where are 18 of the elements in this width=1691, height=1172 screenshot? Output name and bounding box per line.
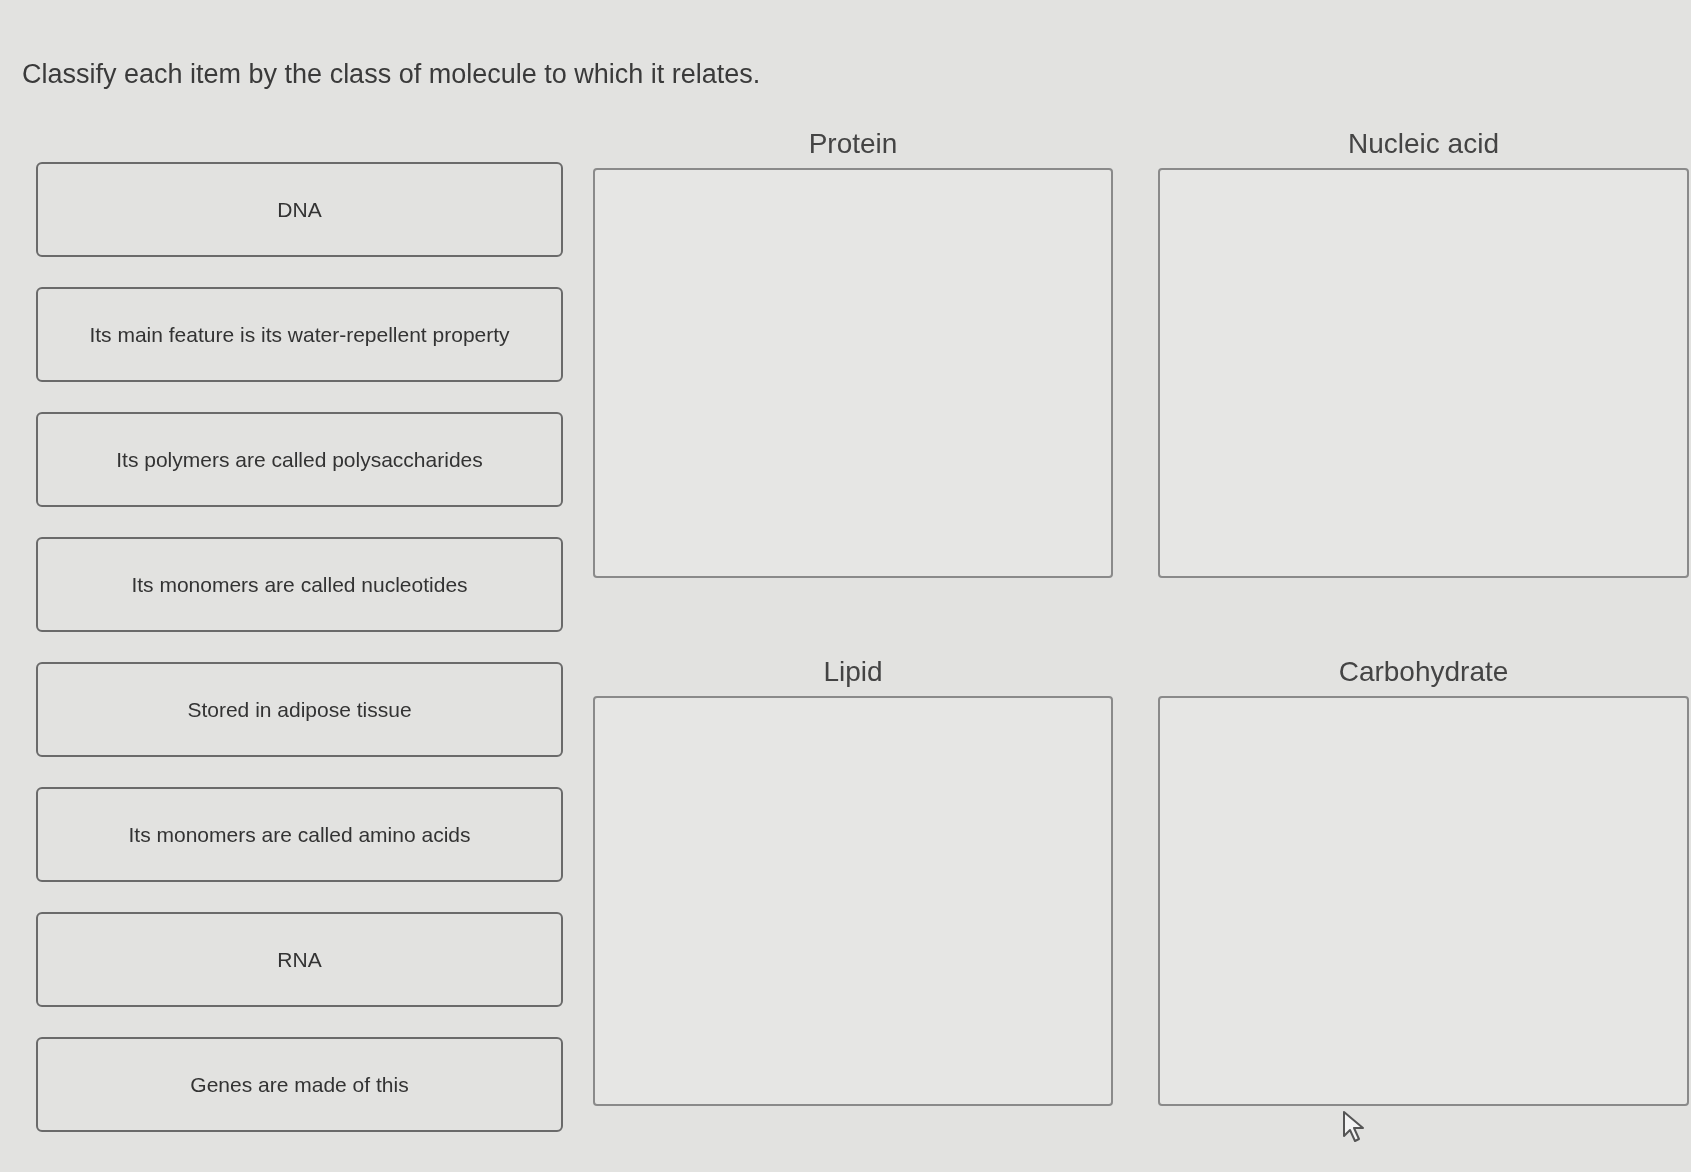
drop-zone[interactable]: [1158, 168, 1689, 578]
draggable-item[interactable]: Its polymers are called polysaccharides: [36, 412, 563, 507]
mouse-pointer-icon: [1342, 1110, 1366, 1144]
draggable-item[interactable]: Genes are made of this: [36, 1037, 563, 1132]
draggable-item[interactable]: Its main feature is its water-repellent property: [36, 287, 563, 382]
category-label: Lipid: [823, 655, 883, 689]
category-label: Carbohydrate: [1338, 655, 1509, 689]
category-label: Nucleic acid: [1348, 127, 1499, 161]
draggable-item[interactable]: RNA: [36, 912, 563, 1007]
draggable-item[interactable]: Its monomers are called amino acids: [36, 787, 563, 882]
instruction-text: Classify each item by the class of molecule to which it relates.: [22, 58, 761, 91]
drop-zone[interactable]: [1158, 696, 1689, 1106]
draggable-item[interactable]: Its monomers are called nucleotides: [36, 537, 563, 632]
category-label: Protein: [808, 127, 898, 161]
drop-zone[interactable]: [593, 696, 1113, 1106]
drop-zone[interactable]: [593, 168, 1113, 578]
draggable-item[interactable]: Stored in adipose tissue: [36, 662, 563, 757]
draggable-item[interactable]: DNA: [36, 162, 563, 257]
